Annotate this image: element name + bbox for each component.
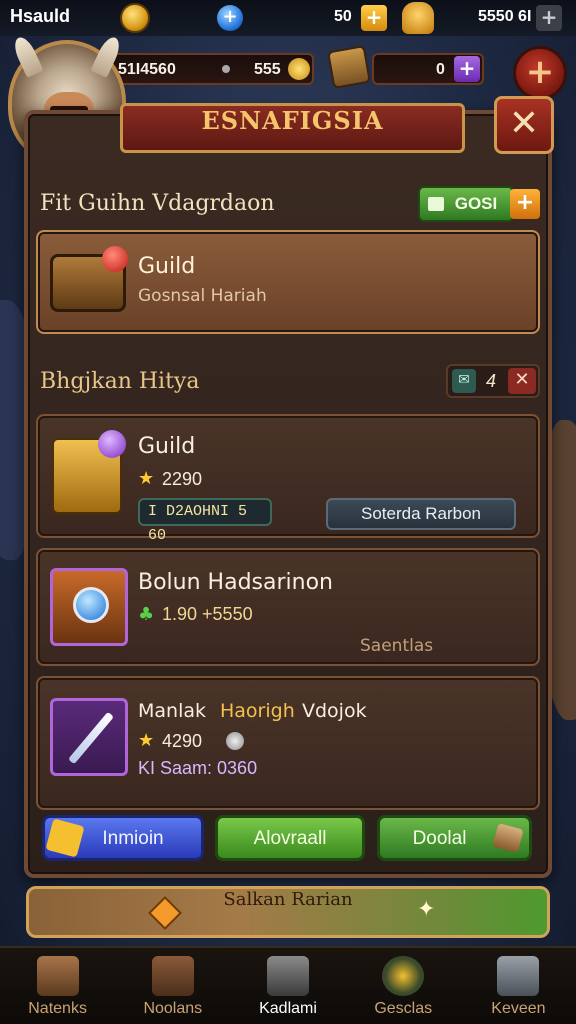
nav-item-natenks[interactable]: Natenks bbox=[0, 948, 115, 1024]
silver-coin-icon bbox=[226, 732, 244, 750]
add-currency-button[interactable]: + bbox=[536, 5, 562, 31]
trophy-icon bbox=[402, 2, 434, 34]
doolal-label: Doolal bbox=[412, 828, 467, 849]
close-icon: ✕ bbox=[508, 103, 540, 144]
alovraall-button[interactable]: Alovraall bbox=[215, 815, 365, 861]
history-item-2-stat: 1.90 +5550 bbox=[162, 604, 253, 624]
featured-guild-title: Guild bbox=[138, 254, 196, 279]
star-badge-icon bbox=[45, 818, 85, 858]
inbox-icon[interactable]: ✉ bbox=[452, 369, 476, 393]
nav-label-kadlami: Kadlami bbox=[259, 1000, 317, 1017]
doolal-button[interactable]: Doolal bbox=[377, 815, 532, 861]
history-item-3-title-part3: Vdojok bbox=[302, 700, 367, 722]
currency-value: 5550 6I bbox=[478, 8, 532, 25]
gold-value: 50 bbox=[334, 8, 352, 25]
dialog-title: ESNAFIGSIA bbox=[120, 103, 465, 153]
compass-icon bbox=[382, 956, 425, 996]
clover-icon: ♣ bbox=[138, 604, 155, 625]
bottom-navigation: Natenks Noolans Kadlami Gesclas Keveen bbox=[0, 946, 576, 1024]
purple-orb-icon bbox=[98, 430, 126, 458]
right-sparkle-icon: ✦ bbox=[417, 897, 436, 922]
blue-orb-icon bbox=[73, 587, 109, 623]
nav-item-keveen[interactable]: Keveen bbox=[461, 948, 576, 1024]
anvil-icon bbox=[267, 956, 309, 996]
blue-gem-icon[interactable]: + bbox=[217, 5, 243, 31]
nav-item-noolans[interactable]: Noolans bbox=[115, 948, 230, 1024]
dagger-icon bbox=[68, 711, 114, 765]
history-item-guild[interactable]: Guild ★ 2290 I D2AOHNI 5 60 Soterda Rarb… bbox=[36, 414, 540, 544]
add-guild-button[interactable]: + bbox=[510, 189, 540, 219]
history-item-3-title-part1: Manlak bbox=[138, 700, 207, 722]
history-item-1-title: Guild bbox=[138, 434, 196, 459]
add-button[interactable]: + bbox=[513, 46, 567, 100]
left-diamond-icon bbox=[148, 896, 182, 930]
horn-left bbox=[10, 34, 44, 78]
star-icon: ★ bbox=[138, 730, 155, 751]
red-gem-icon bbox=[102, 246, 128, 272]
history-count: 4 bbox=[486, 371, 497, 391]
soterda-rarbon-button[interactable]: Soterda Rarbon bbox=[326, 498, 516, 530]
tower-icon bbox=[151, 956, 194, 996]
nav-item-kadlami[interactable]: Kadlami bbox=[230, 948, 345, 1024]
orb-item-frame bbox=[50, 568, 128, 646]
house-icon bbox=[36, 956, 79, 996]
featured-guild-card[interactable]: Guild Gosnsal Hariah bbox=[36, 230, 540, 334]
dagger-item-frame bbox=[50, 698, 128, 776]
guild-section-title: Fit Guihn Vdagrdaon bbox=[40, 191, 275, 216]
resource-left-value: 51I4560 bbox=[118, 61, 176, 78]
add-gem-button[interactable]: + bbox=[454, 56, 480, 82]
ticket-icon bbox=[428, 197, 444, 211]
nav-label-natenks: Natenks bbox=[28, 1000, 87, 1017]
inmioin-label: Inmioin bbox=[102, 828, 164, 849]
nav-label-gesclas: Gesclas bbox=[374, 1000, 433, 1017]
history-item-3-title-part2: Haorigh bbox=[220, 700, 295, 722]
history-item-manlak[interactable]: Manlak Haorigh Vdojok ★ 4290 KI Saam: 03… bbox=[36, 676, 540, 810]
resource-coin-icon bbox=[288, 58, 310, 80]
featured-guild-subtitle: Gosnsal Hariah bbox=[138, 286, 267, 306]
resource-middle-value: 555 bbox=[254, 61, 281, 78]
history-item-2-title: Bolun Hadsarinon bbox=[138, 570, 333, 595]
resource-right-value: 0 bbox=[436, 61, 445, 78]
dot-icon bbox=[222, 65, 230, 73]
salkan-rarian-banner[interactable]: Salkan Rarian ✦ bbox=[26, 886, 550, 938]
history-item-2-side-text: Saentlas bbox=[360, 636, 434, 656]
nav-label-keveen: Keveen bbox=[491, 1000, 546, 1017]
banner-label: Salkan Rarian bbox=[223, 889, 353, 910]
nav-label-noolans: Noolans bbox=[143, 1000, 203, 1017]
close-button[interactable]: ✕ bbox=[494, 96, 554, 154]
inmioin-button[interactable]: Inmioin bbox=[42, 815, 204, 861]
gosi-button-label: GOSI bbox=[454, 194, 498, 213]
player-name: Hsauld bbox=[10, 6, 71, 26]
history-item-3-sub-stat: KI Saam: 0360 bbox=[138, 758, 258, 778]
gosi-button[interactable]: GOSI bbox=[418, 186, 514, 222]
history-counter: ✉ 4 ✕ bbox=[446, 364, 540, 398]
nav-item-gesclas[interactable]: Gesclas bbox=[346, 948, 461, 1024]
history-item-1-stat: 2290 bbox=[162, 469, 203, 489]
history-section-title: Bhgjkan Hitya bbox=[40, 369, 200, 394]
history-item-1-tag: I D2AOHNI 5 60 bbox=[138, 498, 272, 544]
gold-coin-icon bbox=[120, 3, 150, 33]
scroll-icon bbox=[492, 823, 524, 853]
resource-bar-right: 0 + bbox=[372, 53, 484, 85]
history-item-bolun[interactable]: Bolun Hadsarinon ♣ 1.90 +5550 Saentlas bbox=[36, 548, 540, 666]
status-bar: Hsauld + 50 + 5550 6I + bbox=[0, 0, 576, 36]
star-icon: ★ bbox=[138, 468, 155, 489]
history-item-3-stat: 4290 bbox=[162, 731, 203, 751]
resource-bar-left: 51I4560 555 bbox=[108, 53, 314, 85]
chest-icon bbox=[497, 956, 540, 996]
add-gold-button[interactable]: + bbox=[361, 5, 387, 31]
history-close-button[interactable]: ✕ bbox=[508, 368, 536, 394]
map-scroll-icon[interactable] bbox=[326, 44, 372, 90]
